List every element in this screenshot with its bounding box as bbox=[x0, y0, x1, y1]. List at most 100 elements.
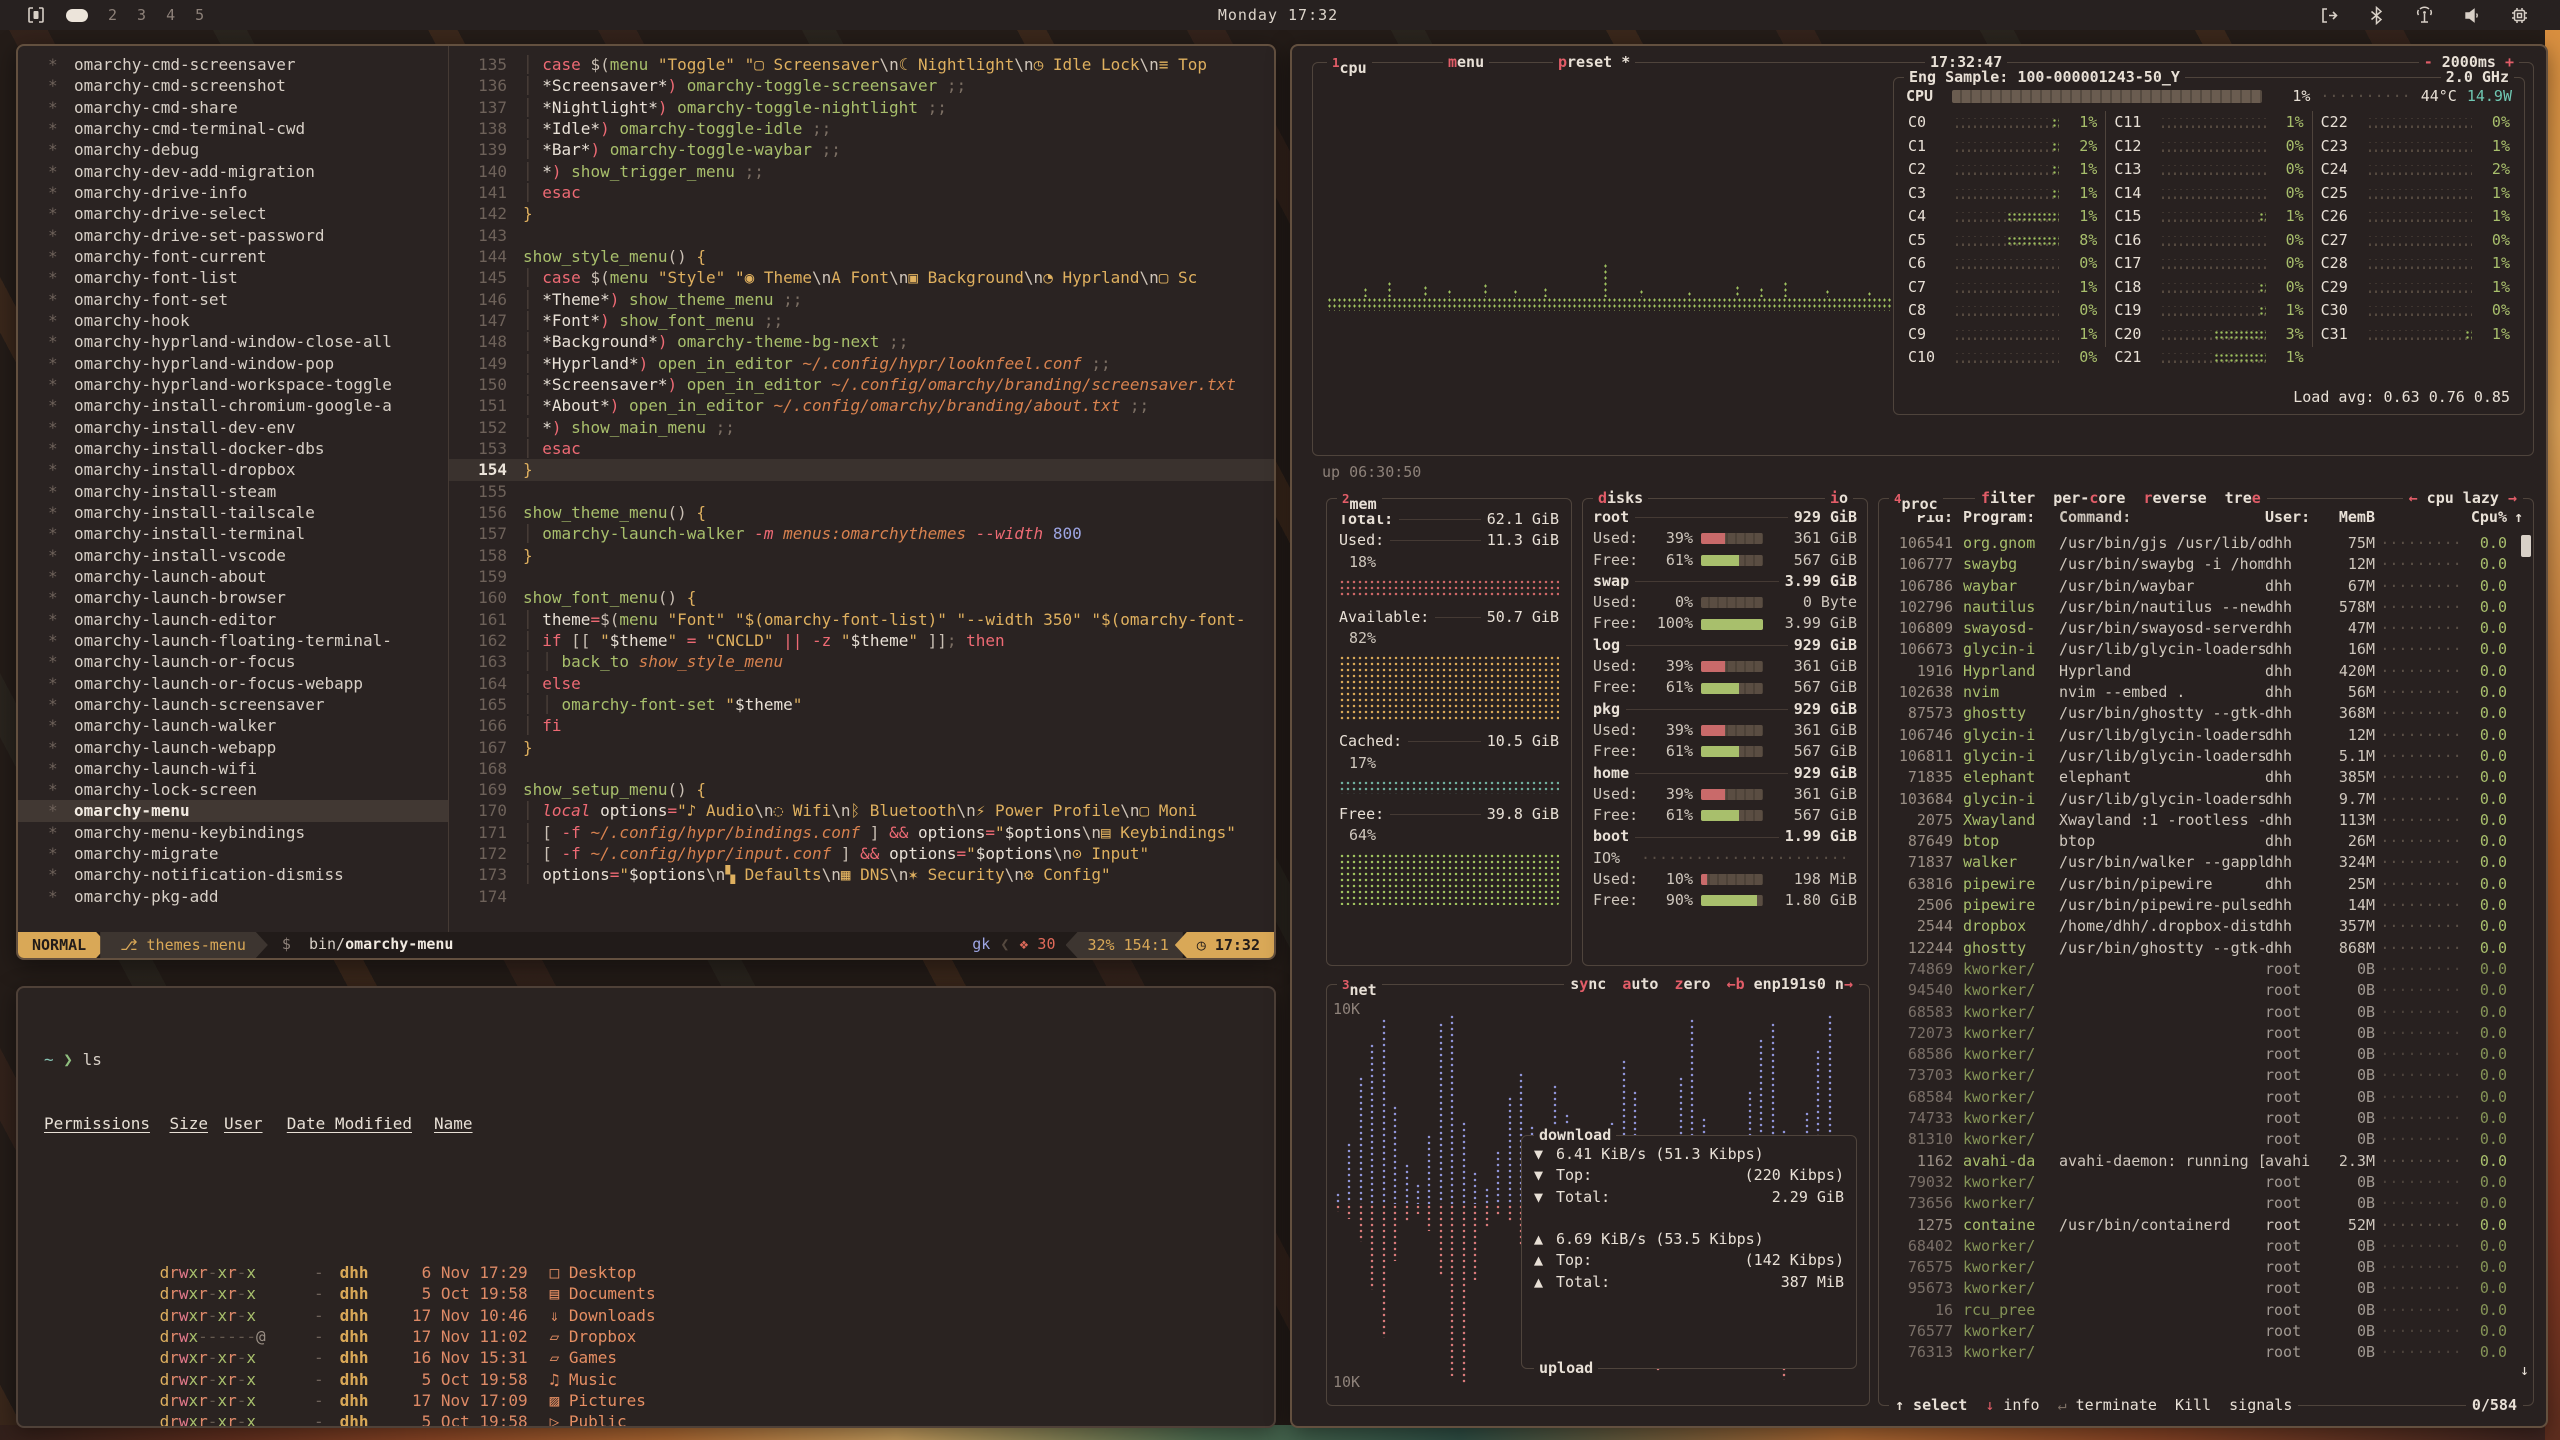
proc-scrollbar[interactable] bbox=[2521, 535, 2531, 557]
file-list-item[interactable]: * omarchy-install-docker-dbs bbox=[18, 438, 448, 459]
process-row[interactable]: 73703 kworker/ root 0B ········· 0.0 bbox=[1889, 1065, 2523, 1086]
process-row[interactable]: 12244 ghostty /usr/bin/ghostty --gtk- dh… bbox=[1889, 938, 2523, 959]
file-list-item[interactable]: * omarchy-hyprland-window-pop bbox=[18, 353, 448, 374]
code-line[interactable]: 164 │ else bbox=[449, 673, 1274, 694]
process-row[interactable]: 106809 swayosd- /usr/bin/swayosd-server … bbox=[1889, 618, 2523, 639]
process-row[interactable]: 106746 glycin-i /usr/lib/glycin-loaders … bbox=[1889, 725, 2523, 746]
code-line[interactable]: 149 │ *Hyprland*) open_in_editor ~/.conf… bbox=[449, 353, 1274, 374]
screencast-icon[interactable] bbox=[2319, 5, 2340, 26]
code-line[interactable]: 170 │ local options="♪ Audio\n◌ Wifi\nᛒ … bbox=[449, 800, 1274, 821]
code-line[interactable]: 173 │ options="$options\n▚ Defaults\n▦ D… bbox=[449, 864, 1274, 885]
process-row[interactable]: 68402 kworker/ root 0B ········· 0.0 bbox=[1889, 1236, 2523, 1257]
file-list-item[interactable]: * omarchy-menu-keybindings bbox=[18, 822, 448, 843]
code-line[interactable]: 168 bbox=[449, 758, 1274, 779]
kill-button[interactable]: Kill bbox=[2175, 1396, 2211, 1414]
process-panel-title[interactable]: 4proc bbox=[1889, 488, 1943, 515]
file-list-item[interactable]: * omarchy-font-list bbox=[18, 267, 448, 288]
net-button[interactable]: zero bbox=[1674, 974, 1710, 995]
proc-tab[interactable]: reverse bbox=[2143, 488, 2206, 509]
process-row[interactable]: 73656 kworker/ root 0B ········· 0.0 bbox=[1889, 1193, 2523, 1214]
code-line[interactable]: 169 show_setup_menu() { bbox=[449, 779, 1274, 800]
code-line[interactable]: 160 show_font_menu() { bbox=[449, 587, 1274, 608]
process-row[interactable]: 103684 glycin-i /usr/lib/glycin-loaders … bbox=[1889, 789, 2523, 810]
process-row[interactable]: 63816 pipewire /usr/bin/pipewire dhh 25M… bbox=[1889, 874, 2523, 895]
file-list-item[interactable]: * omarchy-install-vscode bbox=[18, 545, 448, 566]
file-list-item[interactable]: * omarchy-lock-screen bbox=[18, 779, 448, 800]
code-line[interactable]: 147 │ *Font*) show_font_menu ;; bbox=[449, 310, 1274, 331]
process-row[interactable]: 71835 elephant elephant dhh 385M ·······… bbox=[1889, 767, 2523, 788]
code-editor[interactable]: 135 │ case $(menu "Toggle" "▢ Screensave… bbox=[449, 46, 1274, 932]
proc-tab[interactable]: filter bbox=[1981, 488, 2035, 509]
process-row[interactable]: 106673 glycin-i /usr/lib/glycin-loaders … bbox=[1889, 639, 2523, 660]
code-line[interactable]: 145 │ case $(menu "Style" "◉ Theme\nA Fo… bbox=[449, 267, 1274, 288]
workspace-2[interactable]: 2 bbox=[108, 6, 117, 24]
code-line[interactable]: 136 │ *Screensaver*) omarchy-toggle-scre… bbox=[449, 75, 1274, 96]
process-row[interactable]: 2506 pipewire /usr/bin/pipewire-pulse dh… bbox=[1889, 895, 2523, 916]
code-line[interactable]: 140 │ *) show_trigger_menu ;; bbox=[449, 161, 1274, 182]
file-list-item[interactable]: * omarchy-launch-wifi bbox=[18, 758, 448, 779]
code-line[interactable]: 153 │ esac bbox=[449, 438, 1274, 459]
code-line[interactable]: 156 show_theme_menu() { bbox=[449, 502, 1274, 523]
network-icon[interactable] bbox=[2413, 5, 2436, 26]
process-row[interactable]: 106777 swaybg /usr/bin/swaybg -i /hom dh… bbox=[1889, 554, 2523, 575]
file-list-item[interactable]: * omarchy-install-terminal bbox=[18, 523, 448, 544]
process-row[interactable]: 76313 kworker/ root 0B ········· 0.0 bbox=[1889, 1342, 2523, 1363]
code-line[interactable]: 157 │ omarchy-launch-walker -m menus:oma… bbox=[449, 523, 1274, 544]
process-row[interactable]: 76577 kworker/ root 0B ········· 0.0 bbox=[1889, 1321, 2523, 1342]
file-list-item[interactable]: * omarchy-install-tailscale bbox=[18, 502, 448, 523]
file-list-item[interactable]: * omarchy-launch-walker bbox=[18, 715, 448, 736]
process-row[interactable]: 71837 walker /usr/bin/walker --gappl dhh… bbox=[1889, 852, 2523, 873]
preset-button[interactable]: preset * bbox=[1553, 52, 1635, 73]
omarchy-logo-icon[interactable] bbox=[26, 5, 46, 25]
net-button[interactable]: sync bbox=[1570, 974, 1606, 995]
file-list-item[interactable]: * omarchy-launch-or-focus bbox=[18, 651, 448, 672]
file-list-item[interactable]: * omarchy-launch-browser bbox=[18, 587, 448, 608]
file-list-item[interactable]: * omarchy-cmd-share bbox=[18, 97, 448, 118]
code-line[interactable]: 161 │ theme=$(menu "Font" "$(omarchy-fon… bbox=[449, 609, 1274, 630]
code-line[interactable]: 159 bbox=[449, 566, 1274, 587]
code-line[interactable]: 154 } bbox=[449, 459, 1274, 480]
file-list-item[interactable]: * omarchy-hyprland-window-close-all bbox=[18, 331, 448, 352]
file-list-item[interactable]: * omarchy-install-dropbox bbox=[18, 459, 448, 480]
file-list-item[interactable]: * omarchy-dev-add-migration bbox=[18, 161, 448, 182]
file-list-item[interactable]: * omarchy-hook bbox=[18, 310, 448, 331]
code-line[interactable]: 139 │ *Bar*) omarchy-toggle-waybar ;; bbox=[449, 139, 1274, 160]
process-row[interactable]: 2544 dropbox /home/dhh/.dropbox-dist dhh… bbox=[1889, 916, 2523, 937]
file-list-item[interactable]: * omarchy-pkg-add bbox=[18, 886, 448, 907]
net-button[interactable]: ←b enp191s0 n→ bbox=[1727, 974, 1853, 995]
volume-icon[interactable] bbox=[2462, 5, 2483, 26]
code-line[interactable]: 152 │ *) show_main_menu ;; bbox=[449, 417, 1274, 438]
process-row[interactable]: 72073 kworker/ root 0B ········· 0.0 bbox=[1889, 1023, 2523, 1044]
file-list-item[interactable]: * omarchy-drive-info bbox=[18, 182, 448, 203]
code-line[interactable]: 143 bbox=[449, 225, 1274, 246]
code-line[interactable]: 148 │ *Background*) omarchy-theme-bg-nex… bbox=[449, 331, 1274, 352]
code-line[interactable]: 174 bbox=[449, 886, 1274, 907]
workspace-active[interactable] bbox=[66, 9, 88, 22]
workspace-4[interactable]: 4 bbox=[166, 6, 175, 24]
code-line[interactable]: 165 │ │ omarchy-font-set "$theme" bbox=[449, 694, 1274, 715]
terminal-window[interactable]: ~ ❯ ls PermissionsSizeUserDate ModifiedN… bbox=[16, 986, 1276, 1428]
process-row[interactable]: 106811 glycin-i /usr/lib/glycin-loaders … bbox=[1889, 746, 2523, 767]
chip-icon[interactable] bbox=[2509, 5, 2530, 26]
process-row[interactable]: 106541 org.gnom /usr/bin/gjs /usr/lib/o … bbox=[1889, 533, 2523, 554]
process-row[interactable]: 102638 nvim nvim --embed . dhh 56M ·····… bbox=[1889, 682, 2523, 703]
bluetooth-icon[interactable] bbox=[2366, 5, 2387, 26]
code-line[interactable]: 135 │ case $(menu "Toggle" "▢ Screensave… bbox=[449, 54, 1274, 75]
process-row[interactable]: 74733 kworker/ root 0B ········· 0.0 bbox=[1889, 1108, 2523, 1129]
file-list-item[interactable]: * omarchy-migrate bbox=[18, 843, 448, 864]
file-list-item[interactable]: * omarchy-drive-set-password bbox=[18, 225, 448, 246]
file-list-item[interactable]: * omarchy-debug bbox=[18, 139, 448, 160]
editor-window[interactable]: * omarchy-cmd-screensaver * omarchy-cmd-… bbox=[16, 44, 1276, 960]
process-row[interactable]: 102796 nautilus /usr/bin/nautilus --new … bbox=[1889, 597, 2523, 618]
proc-tab[interactable]: tree bbox=[2225, 488, 2261, 509]
file-list-item[interactable]: * omarchy-launch-editor bbox=[18, 609, 448, 630]
file-list-item[interactable]: * omarchy-launch-screensaver bbox=[18, 694, 448, 715]
file-list-item[interactable]: * omarchy-hyprland-workspace-toggle bbox=[18, 374, 448, 395]
code-line[interactable]: 150 │ *Screensaver*) open_in_editor ~/.c… bbox=[449, 374, 1274, 395]
process-row[interactable]: 68583 kworker/ root 0B ········· 0.0 bbox=[1889, 1002, 2523, 1023]
file-list-item[interactable]: * omarchy-drive-select bbox=[18, 203, 448, 224]
file-list-item[interactable]: * omarchy-font-set bbox=[18, 289, 448, 310]
process-row[interactable]: 68586 kworker/ root 0B ········· 0.0 bbox=[1889, 1044, 2523, 1065]
menu-button[interactable]: menu bbox=[1443, 52, 1489, 73]
proc-sort-nav[interactable]: ← cpu lazy → bbox=[2403, 488, 2523, 509]
